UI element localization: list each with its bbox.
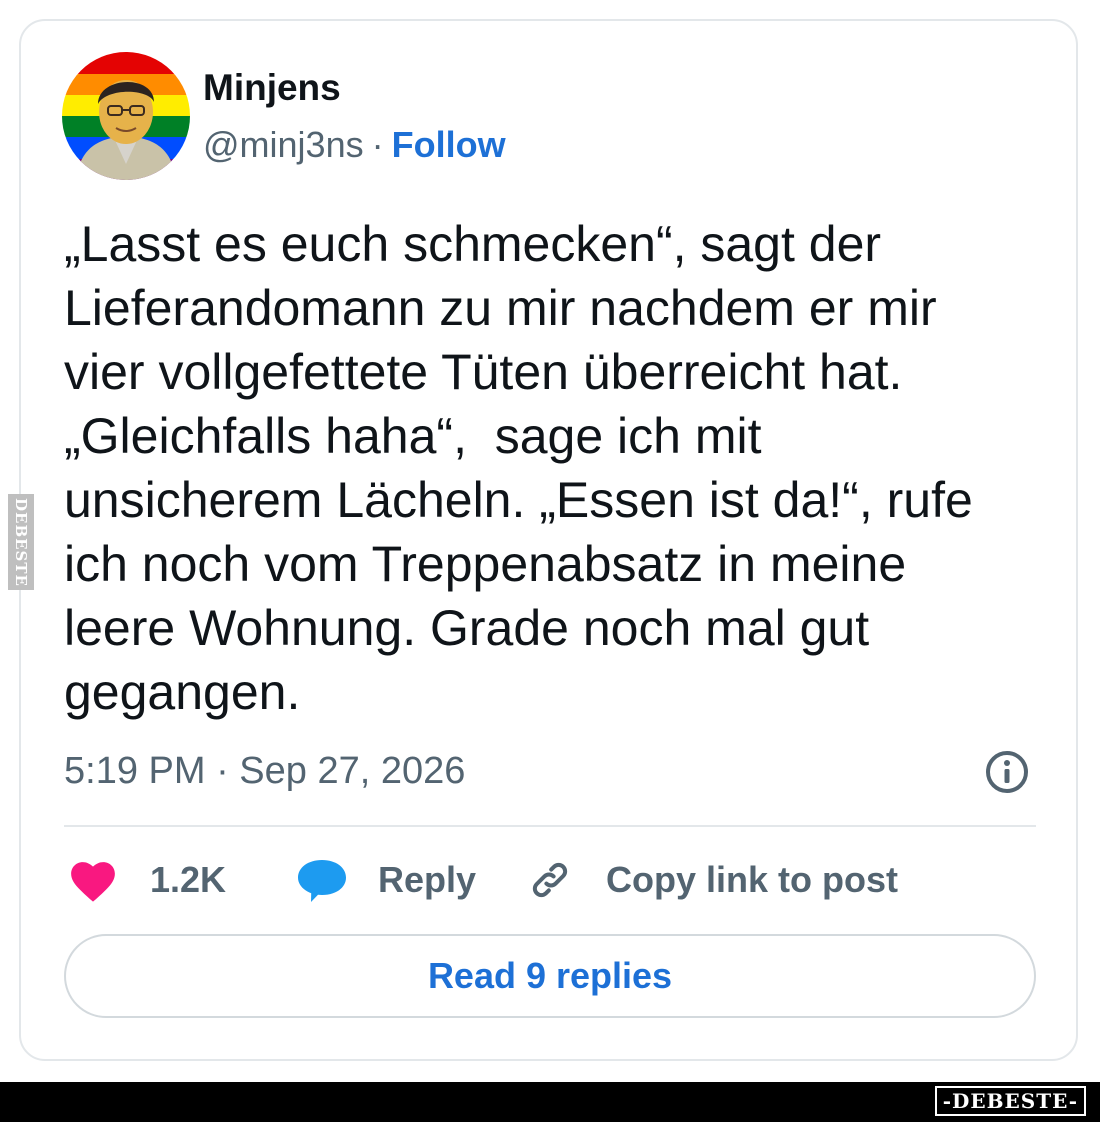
link-icon	[532, 862, 568, 898]
tweet-text-line: ich noch vom Treppenabsatz in meine	[64, 536, 907, 592]
handle-separator: ·	[371, 124, 384, 165]
tweet-text-line: „Lasst es euch schmecken“, sagt der	[64, 216, 882, 272]
like-count: 1.2K	[150, 859, 227, 900]
tweet-text: „Lasst es euch schmecken“, sagt der Lief…	[64, 212, 1054, 724]
author-handle-row: @minj3ns · Follow	[203, 123, 506, 167]
reply-label: Reply	[378, 859, 477, 900]
speech-bubble-icon	[298, 860, 346, 902]
avatar-image	[62, 52, 190, 180]
tweet-text-line: unsicherem Lächeln. „Essen ist da!“, ruf…	[64, 472, 973, 528]
debeste-logo: -DEBESTE-	[934, 1086, 1086, 1116]
tweet-text-line: gegangen.	[64, 664, 301, 720]
avatar[interactable]	[62, 52, 190, 180]
tweet-text-line: Lieferandomann zu mir nachdem er mir	[64, 280, 937, 336]
tweet-timestamp[interactable]: 5:19 PM · Sep 27, 2026	[64, 748, 465, 794]
tweet-text-line: leere Wohnung. Grade noch mal gut	[64, 600, 870, 656]
divider	[64, 825, 1036, 827]
author-handle[interactable]: @minj3ns	[203, 124, 364, 165]
heart-icon	[71, 862, 115, 902]
tweet-text-line: vier vollgefettete Tüten überreicht hat.	[64, 344, 903, 400]
tweet-text-line: „Gleichfalls haha“, sage ich mit	[64, 408, 762, 464]
like-button[interactable]: 1.2K	[68, 852, 226, 908]
info-icon[interactable]	[983, 748, 1031, 796]
author-name[interactable]: Minjens	[203, 66, 341, 110]
read-replies-button[interactable]: Read 9 replies	[64, 934, 1036, 1018]
side-watermark: DEBESTE	[8, 494, 34, 590]
follow-button[interactable]: Follow	[392, 124, 506, 165]
copy-link-label: Copy link to post	[606, 859, 898, 900]
copy-link-button[interactable]: Copy link to post	[526, 852, 898, 908]
reply-button[interactable]: Reply	[296, 852, 476, 908]
